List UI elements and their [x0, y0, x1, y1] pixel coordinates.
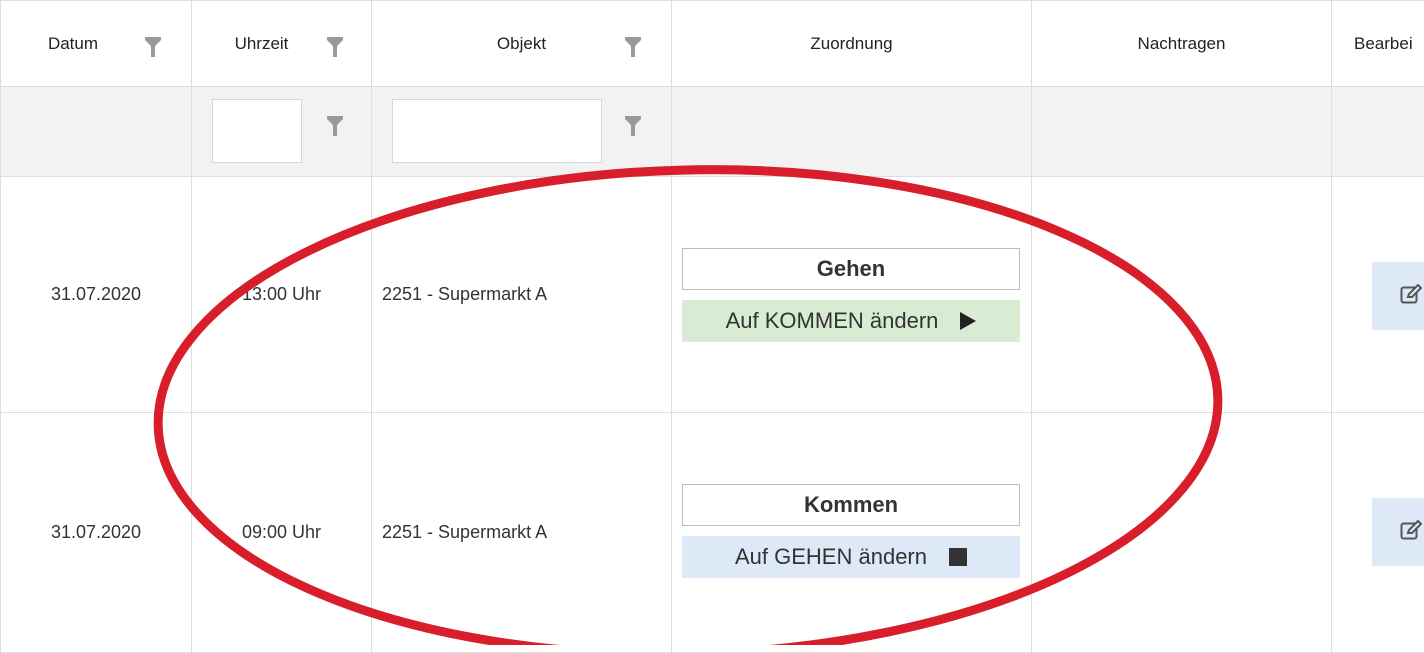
- stop-icon: [948, 548, 967, 566]
- play-icon: [960, 312, 977, 330]
- objekt-filter-input[interactable]: [392, 99, 602, 163]
- date-value: 31.07.2020: [50, 284, 142, 304]
- filter-icon[interactable]: [327, 116, 343, 136]
- column-header-uhrzeit[interactable]: Uhrzeit: [192, 0, 372, 87]
- edit-button[interactable]: [1372, 498, 1424, 566]
- assignment-type-label: Kommen: [682, 484, 1020, 526]
- column-header-label: Nachtragen: [1137, 33, 1226, 53]
- table-cell-objekt: 2251 - Supermarkt A: [372, 413, 672, 653]
- object-value: 2251 - Supermarkt A: [382, 522, 548, 542]
- column-header-label: Datum: [47, 33, 99, 53]
- table-cell-uhrzeit: 09:00 Uhr: [192, 413, 372, 653]
- table-cell-datum: 31.07.2020: [0, 413, 192, 653]
- table-cell-zuordnung: [672, 177, 1032, 413]
- change-to-kommen-button[interactable]: Auf KOMMEN ändern: [682, 300, 1020, 342]
- table-cell-nachtragen: [1032, 177, 1332, 413]
- change-button-label: Auf GEHEN ändern: [735, 544, 927, 569]
- column-header-bearbeiten[interactable]: Bearbei: [1332, 0, 1424, 87]
- column-header-label: Uhrzeit: [234, 33, 289, 53]
- table-cell-nachtragen: [1032, 413, 1332, 653]
- assignment-type-label: Gehen: [682, 248, 1020, 290]
- column-header-label: Bearbei: [1354, 33, 1413, 53]
- table-cell-zuordnung: [672, 413, 1032, 653]
- filter-cell-zuordnung: [672, 87, 1032, 177]
- time-value: 13:00 Uhr: [241, 284, 322, 304]
- column-header-label: Zuordnung: [810, 33, 893, 53]
- change-to-gehen-button[interactable]: Auf GEHEN ändern: [682, 536, 1020, 578]
- time-value: 09:00 Uhr: [241, 522, 322, 542]
- edit-button[interactable]: [1372, 262, 1424, 330]
- edit-icon: [1400, 520, 1422, 540]
- filter-icon[interactable]: [625, 37, 641, 57]
- column-header-label: Objekt: [496, 33, 547, 53]
- filter-icon[interactable]: [145, 37, 161, 57]
- column-header-nachtragen[interactable]: Nachtragen: [1032, 0, 1332, 87]
- table-cell-uhrzeit: 13:00 Uhr: [192, 177, 372, 413]
- filter-cell-bearbeiten: [1332, 87, 1424, 177]
- filter-icon[interactable]: [327, 37, 343, 57]
- filter-cell-nachtragen: [1032, 87, 1332, 177]
- object-value: 2251 - Supermarkt A: [382, 284, 548, 304]
- table-cell-objekt: 2251 - Supermarkt A: [372, 177, 672, 413]
- column-header-datum[interactable]: Datum: [0, 0, 192, 87]
- edit-icon: [1400, 284, 1422, 304]
- column-header-zuordnung[interactable]: Zuordnung: [672, 0, 1032, 87]
- filter-icon[interactable]: [625, 116, 641, 136]
- change-button-label: Auf KOMMEN ändern: [725, 308, 939, 333]
- table-cell-datum: 31.07.2020: [0, 177, 192, 413]
- filter-cell-datum: [0, 87, 192, 177]
- events-table: Datum Uhrzeit Objekt Zuordnung Nachtrage…: [0, 0, 1424, 653]
- date-value: 31.07.2020: [50, 522, 142, 542]
- uhrzeit-filter-input[interactable]: [212, 99, 302, 163]
